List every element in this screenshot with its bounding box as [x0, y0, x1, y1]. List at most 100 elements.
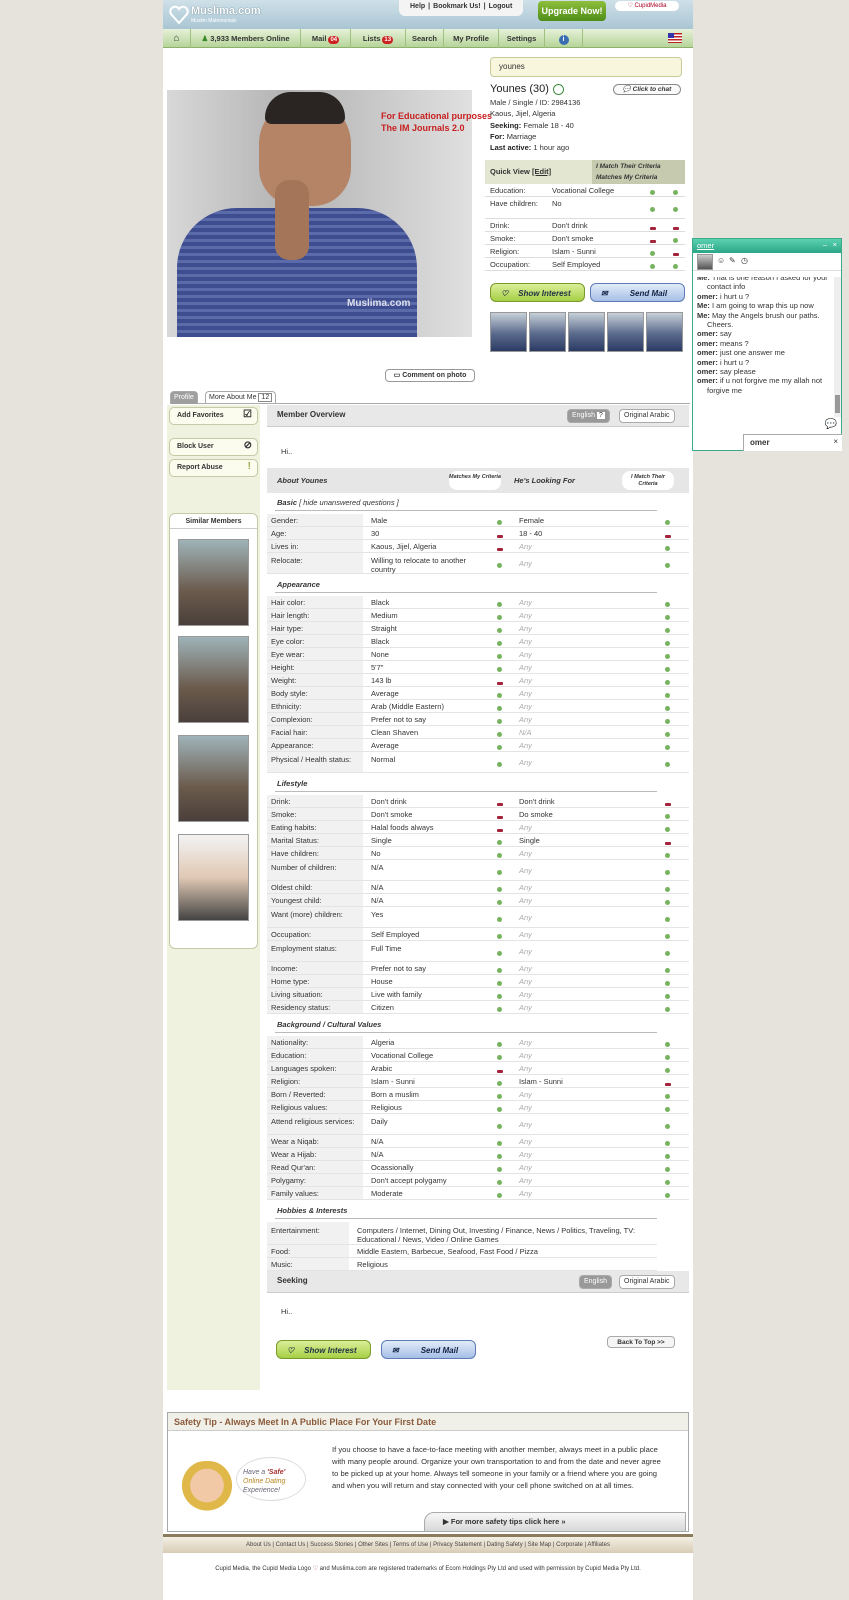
cupidmedia-logo[interactable]: ♡ CupidMedia	[615, 1, 679, 11]
profile-row: Hair color: Black Any	[267, 596, 689, 609]
similar-member-photo[interactable]	[178, 834, 249, 921]
seeking-header: Seeking English Original Arabic	[267, 1271, 689, 1293]
section-title: Lifestyle	[277, 779, 308, 788]
profile-row: Occupation: Self Employed Any	[267, 928, 689, 941]
section-title: Appearance	[277, 580, 320, 589]
match-indicator	[665, 718, 670, 724]
photo-thumbnail[interactable]	[490, 312, 527, 352]
tab-profile[interactable]: Profile	[170, 391, 198, 404]
minimize-icon[interactable]: –	[823, 240, 827, 249]
members-online-nav[interactable]: ♟ 3,933 Members Online	[191, 29, 301, 48]
seeking-english-button[interactable]: English	[579, 1275, 612, 1289]
mismatch-indicator	[665, 1082, 671, 1086]
more-safety-tips-link[interactable]: ▶ For more safety tips click here »	[424, 1512, 686, 1532]
profile-row: Eye color: Black Any	[267, 635, 689, 648]
photo-thumbnail[interactable]	[646, 312, 683, 352]
profile-row: Relocate: Willing to relocate to another …	[267, 553, 689, 574]
mismatch-indicator	[650, 239, 656, 243]
add-favorites-button[interactable]: Add Favorites ☑	[169, 407, 258, 425]
quickview-row: Have children: No	[485, 197, 685, 219]
chat-contact-name[interactable]: omer	[697, 241, 714, 250]
chat-input[interactable]: omer ×	[743, 434, 842, 451]
click-to-chat-button[interactable]: 💬 Click to chat	[613, 84, 681, 95]
send-mail-button[interactable]: ✉ Send Mail	[590, 283, 685, 302]
chat-toolbar: ☺ ✎ ◷	[693, 253, 841, 271]
tab-more-about-me[interactable]: More About Me 12	[205, 391, 277, 404]
match-indicator	[665, 692, 670, 698]
section-title: Basic [ hide unanswered questions ]	[277, 498, 399, 507]
match-indicator	[497, 967, 502, 973]
my-profile-nav[interactable]: My Profile	[444, 29, 499, 48]
back-to-top-button[interactable]: Back To Top >>	[607, 1336, 675, 1348]
help-icon: ?	[596, 412, 605, 419]
similar-member-photo[interactable]	[178, 735, 249, 822]
report-abuse-button[interactable]: Report Abuse!	[169, 459, 258, 477]
chat-avatar	[697, 254, 713, 270]
quickview-row: Religion: Islam - Sunni	[485, 245, 685, 258]
match-indicator	[497, 980, 502, 986]
home-nav[interactable]: ⌂	[163, 29, 191, 48]
match-indicator	[497, 653, 502, 659]
match-indicator	[665, 1093, 670, 1099]
chat-bubble-icon[interactable]: 💬	[825, 419, 837, 430]
show-interest-button[interactable]: ♡ Show Interest	[490, 283, 585, 302]
match-indicator	[497, 718, 502, 724]
emoticon-icon[interactable]: ☺	[717, 256, 725, 265]
gift-icon[interactable]: ✎	[729, 256, 736, 265]
match-indicator	[665, 601, 670, 607]
safe-dating-bubble: Have a 'Safe' Online Dating Experience!	[236, 1457, 306, 1501]
send-mail-button-bottom[interactable]: ✉ Send Mail	[381, 1340, 476, 1359]
lists-nav[interactable]: Lists 13	[351, 29, 406, 48]
profile-row: Music: Religious	[267, 1258, 657, 1271]
help-nav[interactable]: i	[545, 29, 583, 48]
mail-nav[interactable]: Mail 04	[301, 29, 351, 48]
match-indicator	[497, 899, 502, 905]
site-logo[interactable]: Muslima.com Muslim Matrimonials	[169, 4, 261, 26]
english-button[interactable]: English ?	[567, 409, 610, 423]
profile-row: Eye wear: None Any	[267, 648, 689, 661]
logout-link[interactable]: Logout	[489, 3, 513, 10]
bookmark-link[interactable]: Bookmark Us!	[433, 3, 480, 10]
profile-row: Appearance: Average Any	[267, 739, 689, 752]
show-interest-button-bottom[interactable]: ♡ Show Interest	[276, 1340, 371, 1359]
clear-input-icon[interactable]: ×	[833, 437, 838, 446]
help-link[interactable]: Help	[410, 3, 425, 10]
match-indicator	[665, 980, 670, 986]
mismatch-indicator	[665, 534, 671, 538]
photo-thumbnail[interactable]	[568, 312, 605, 352]
heart-logo-icon	[169, 5, 189, 25]
block-user-button[interactable]: Block User ⊘	[169, 438, 258, 456]
profile-row: Hair type: Straight Any	[267, 622, 689, 635]
hide-unanswered-link[interactable]: [ hide unanswered questions ]	[299, 498, 399, 507]
profile-row: Oldest child: N/A Any	[267, 881, 689, 894]
cupid-heart-icon: ♡	[627, 3, 635, 9]
match-indicator	[650, 207, 655, 212]
match-indicator	[665, 666, 670, 672]
close-icon[interactable]: ×	[833, 240, 837, 249]
clock-icon[interactable]: ◷	[741, 256, 748, 265]
match-indicator	[497, 869, 502, 875]
profile-row: Family values: Moderate Any	[267, 1187, 689, 1200]
chat-window[interactable]: omer – × ☺ ✎ ◷ Me: That is one reason I …	[692, 238, 842, 451]
match-indicator	[665, 967, 670, 973]
footer-links[interactable]: About Us | Contact Us | Success Stories …	[163, 1534, 693, 1553]
section-divider	[275, 510, 657, 511]
chat-scrollbar[interactable]	[834, 277, 841, 417]
search-nav[interactable]: Search	[406, 29, 444, 48]
settings-nav[interactable]: Settings	[499, 29, 545, 48]
original-arabic-button[interactable]: Original Arabic	[619, 409, 675, 423]
upgrade-button[interactable]: Upgrade Now!	[538, 1, 606, 21]
similar-member-photo[interactable]	[178, 539, 249, 626]
safety-tip-text: If you choose to have a face-to-face mee…	[332, 1445, 661, 1490]
match-indicator	[497, 886, 502, 892]
photo-thumbnail[interactable]	[607, 312, 644, 352]
quick-view: Quick View [Edit] I Match Their Criteria…	[485, 160, 685, 271]
us-flag-icon[interactable]	[668, 33, 682, 43]
seeking-original-arabic-button[interactable]: Original Arabic	[619, 1275, 675, 1289]
similar-member-photo[interactable]	[178, 636, 249, 723]
edit-quickview-link[interactable]: [Edit]	[532, 167, 551, 176]
comment-on-photo-button[interactable]: ▭ Comment on photo	[385, 369, 475, 382]
match-indicator	[650, 189, 655, 195]
match-indicator	[497, 1166, 502, 1172]
photo-thumbnail[interactable]	[529, 312, 566, 352]
